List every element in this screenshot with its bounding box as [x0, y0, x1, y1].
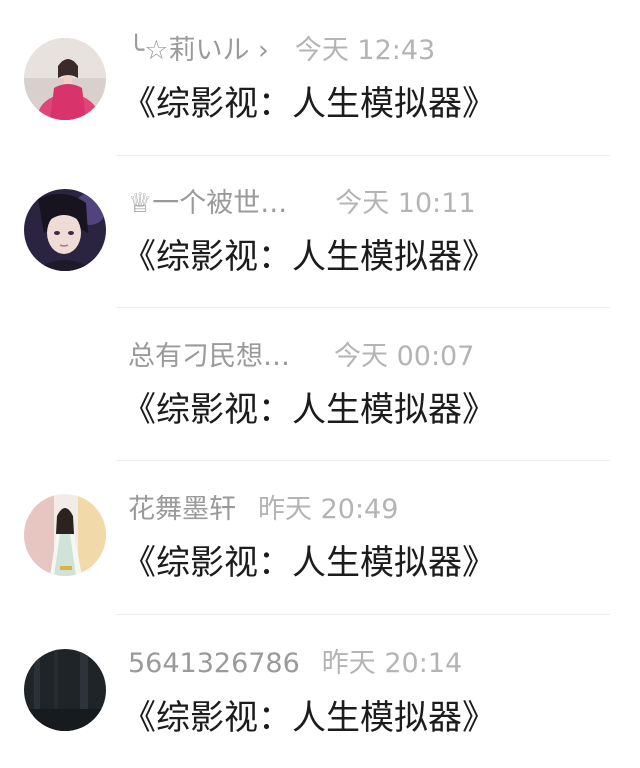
- message-text: 《综影视：人生模拟器》: [122, 84, 496, 124]
- message-text: 《综影视：人生模拟器》: [122, 237, 496, 277]
- message-meta: ♕一个被世… 今天 10:11: [128, 187, 476, 221]
- sender-name[interactable]: ♕一个被世…: [128, 188, 287, 219]
- message-row[interactable]: 5641326786 昨天 20:14 《综影视：人生模拟器》: [0, 614, 640, 768]
- hanfu-figure-icon: [24, 494, 106, 576]
- sender-name[interactable]: 花舞墨轩: [128, 494, 236, 525]
- message-row[interactable]: 花舞墨轩 昨天 20:49 《综影视：人生模拟器》: [0, 460, 640, 614]
- avatar[interactable]: [24, 38, 106, 120]
- message-row[interactable]: 总有刁民想… 今天 00:07 《综影视：人生模拟器》: [0, 307, 640, 461]
- avatar[interactable]: [24, 649, 106, 731]
- message-meta: 5641326786 昨天 20:14: [128, 647, 462, 681]
- message-time: 今天 00:07: [334, 341, 475, 372]
- message-text: 《综影视：人生模拟器》: [122, 543, 496, 583]
- message-time: 昨天 20:49: [258, 494, 399, 525]
- message-row[interactable]: ♕一个被世… 今天 10:11 《综影视：人生模拟器》: [0, 155, 640, 309]
- avatar[interactable]: [24, 189, 106, 271]
- message-meta: 总有刁民想… 今天 00:07: [128, 340, 474, 374]
- message-time: 今天 10:11: [335, 188, 476, 219]
- sender-name[interactable]: 5641326786: [128, 648, 300, 679]
- anime-boy-icon: [24, 189, 106, 271]
- sender-name[interactable]: 总有刁民想…: [128, 341, 290, 372]
- message-meta: 花舞墨轩 昨天 20:49: [128, 493, 398, 527]
- message-text: 《综影视：人生模拟器》: [122, 390, 496, 430]
- avatar[interactable]: [24, 494, 106, 576]
- message-row[interactable]: ╰☆莉いル › 今天 12:43 《综影视：人生模拟器》: [0, 0, 640, 154]
- dark-icon: [24, 649, 106, 731]
- sender-name[interactable]: ╰☆莉いル ›: [128, 35, 269, 66]
- girl-pink-dress-icon: [24, 38, 106, 120]
- message-time: 今天 12:43: [294, 35, 436, 66]
- message-meta: ╰☆莉いル › 今天 12:43: [128, 34, 435, 68]
- message-time: 昨天 20:14: [321, 648, 463, 679]
- message-text: 《综影视：人生模拟器》: [122, 698, 496, 738]
